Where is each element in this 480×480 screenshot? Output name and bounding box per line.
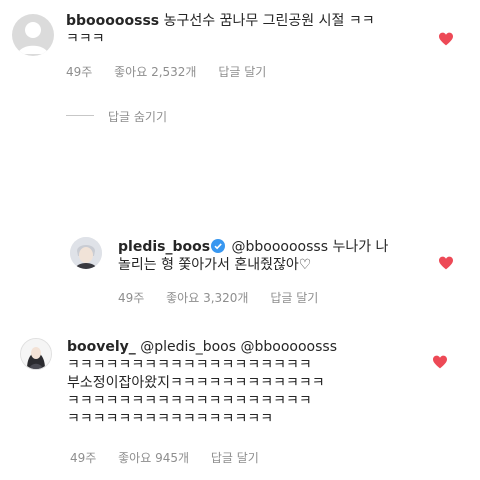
verified-badge-icon [211, 239, 226, 253]
replies-divider [66, 115, 94, 116]
like-heart-icon[interactable] [432, 354, 448, 370]
profile-photo-avatar [70, 237, 102, 269]
reply-button[interactable]: 답글 달기 [218, 65, 266, 79]
mention-link[interactable]: @pledis_boos [140, 339, 236, 355]
comment-username[interactable]: bbooooosss [66, 13, 159, 29]
comment-time: 49주 [118, 291, 145, 305]
comment-text: 농구선수 꿈나무 그린공원 시절 ㅋㅋ [163, 13, 375, 29]
comment-likes[interactable]: 좋아요 2,532개 [114, 65, 196, 79]
comment-text: 누나가 나 [332, 239, 389, 255]
comment-text-line: ㅋㅋㅋㅋㅋㅋㅋㅋㅋㅋㅋㅋㅋㅋㅋㅋㅋㅋㅋ [67, 357, 312, 373]
comment-username[interactable]: boovely_ [67, 339, 136, 355]
comment-meta: 49주 좋아요 945개 답글 달기 [70, 449, 277, 466]
comment-text-line: ㅋㅋㅋㅋㅋㅋㅋㅋㅋㅋㅋㅋㅋㅋㅋㅋ [67, 411, 274, 427]
comment-body: bbooooosss 농구선수 꿈나무 그린공원 시절 ㅋㅋ ㅋㅋㅋ [66, 12, 436, 48]
comment-text-line: ㅋㅋㅋ [66, 31, 105, 47]
comment-meta: 49주 좋아요 3,320개 답글 달기 [118, 289, 336, 306]
comment-time: 49주 [66, 65, 93, 79]
like-heart-icon[interactable] [438, 255, 454, 271]
comment-text-line: 부소정이잡아왔지ㅋㅋㅋㅋㅋㅋㅋㅋㅋㅋㅋㅋ [67, 375, 325, 391]
hide-replies-button[interactable]: 답글 숨기기 [108, 108, 167, 125]
default-avatar-icon [18, 22, 48, 54]
mention-link[interactable]: @bbooooosss [241, 339, 337, 355]
comment-likes[interactable]: 좋아요 3,320개 [166, 291, 248, 305]
comment-text-line: 놀리는 형 쫓아가서 혼내줬잖아♡ [118, 257, 312, 273]
reply-button[interactable]: 답글 달기 [211, 451, 259, 465]
comment-time: 49주 [70, 451, 97, 465]
mention-link[interactable]: @bbooooosss [232, 239, 328, 255]
like-heart-icon[interactable] [438, 31, 454, 47]
comment-username[interactable]: pledis_boos [118, 239, 210, 255]
comment-body: boovely_ @pledis_boos @bbooooosss ㅋㅋㅋㅋㅋㅋ… [67, 338, 437, 428]
comment-text-line: ㅋㅋㅋㅋㅋㅋㅋㅋㅋㅋㅋㅋㅋㅋㅋㅋㅋㅋㅋ [67, 393, 312, 409]
commenter-avatar[interactable] [20, 338, 52, 370]
profile-photo-avatar [21, 339, 51, 369]
commenter-avatar[interactable] [12, 14, 54, 56]
comment-body: pledis_boos @bbooooosss 누나가 나 놀리는 형 쫓아가서… [118, 238, 438, 274]
comment-likes[interactable]: 좋아요 945개 [118, 451, 189, 465]
comment-meta: 49주 좋아요 2,532개 답글 달기 [66, 63, 284, 80]
commenter-avatar[interactable] [70, 237, 102, 269]
reply-button[interactable]: 답글 달기 [270, 291, 318, 305]
